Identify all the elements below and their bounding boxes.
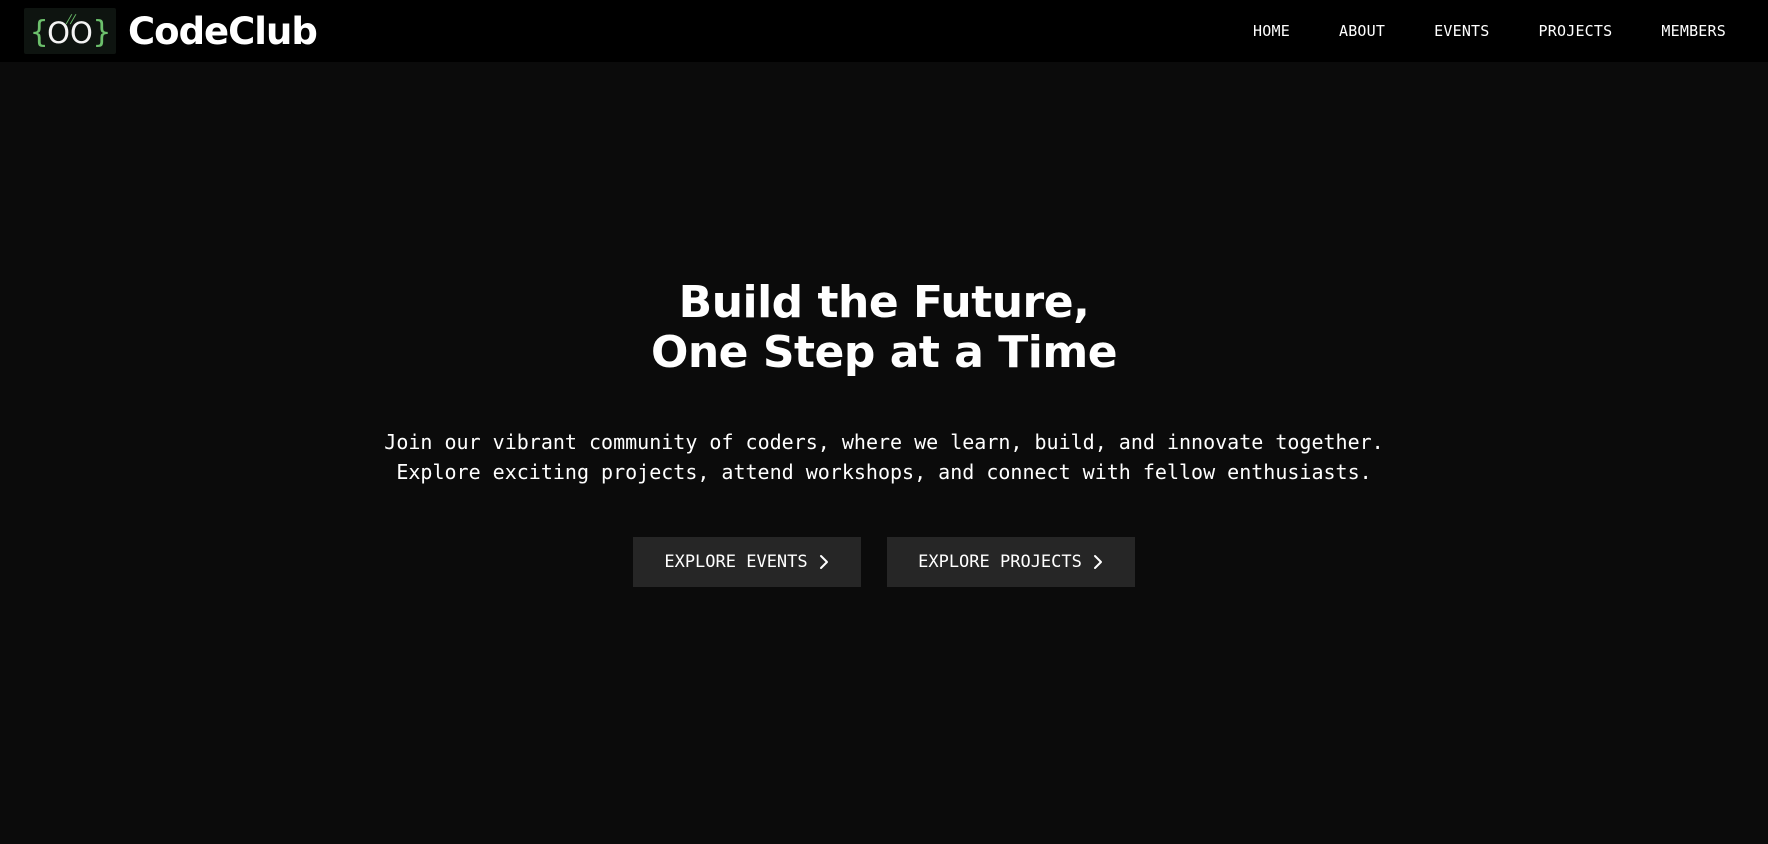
hero-title-line-2: One Step at a Time (650, 327, 1118, 378)
explore-projects-button[interactable]: EXPLORE PROJECTS (887, 537, 1135, 587)
nav-link-home[interactable]: HOME (1253, 22, 1290, 40)
hero-subtitle: Join our vibrant community of coders, wh… (0, 427, 1768, 487)
cta-buttons: EXPLORE EVENTS EXPLORE PROJECTS (0, 537, 1768, 587)
hero-subtitle-line-1: Join our vibrant community of coders, wh… (384, 430, 1384, 454)
explore-projects-label: EXPLORE PROJECTS (918, 552, 1082, 572)
logo-left-brace: { (30, 15, 48, 50)
hero-title: Build the Future, One Step at a Time (0, 278, 1768, 378)
nav-link-about[interactable]: ABOUT (1339, 22, 1385, 40)
hero-title-line-1: Build the Future, (678, 277, 1090, 328)
brand-name: CodeClub (128, 9, 318, 53)
chevron-right-icon (1093, 555, 1102, 569)
navbar: // { OO } CodeClub HOME ABOUT EVENTS PRO… (0, 0, 1768, 62)
nav-link-members[interactable]: MEMBERS (1661, 22, 1726, 40)
codeclub-logo-icon: // { OO } (24, 8, 116, 54)
brand[interactable]: // { OO } CodeClub (24, 0, 318, 62)
nav-link-projects[interactable]: PROJECTS (1539, 22, 1613, 40)
main-nav: HOME ABOUT EVENTS PROJECTS MEMBERS (1204, 0, 1726, 62)
nav-link-events[interactable]: EVENTS (1434, 22, 1489, 40)
logo-right-brace: } (92, 15, 111, 50)
explore-events-label: EXPLORE EVENTS (664, 552, 808, 572)
explore-events-button[interactable]: EXPLORE EVENTS (633, 537, 861, 587)
chevron-right-icon (819, 555, 828, 569)
hero-subtitle-line-2: Explore exciting projects, attend worksh… (396, 460, 1372, 484)
hero-section: Build the Future, One Step at a Time Joi… (0, 62, 1768, 844)
